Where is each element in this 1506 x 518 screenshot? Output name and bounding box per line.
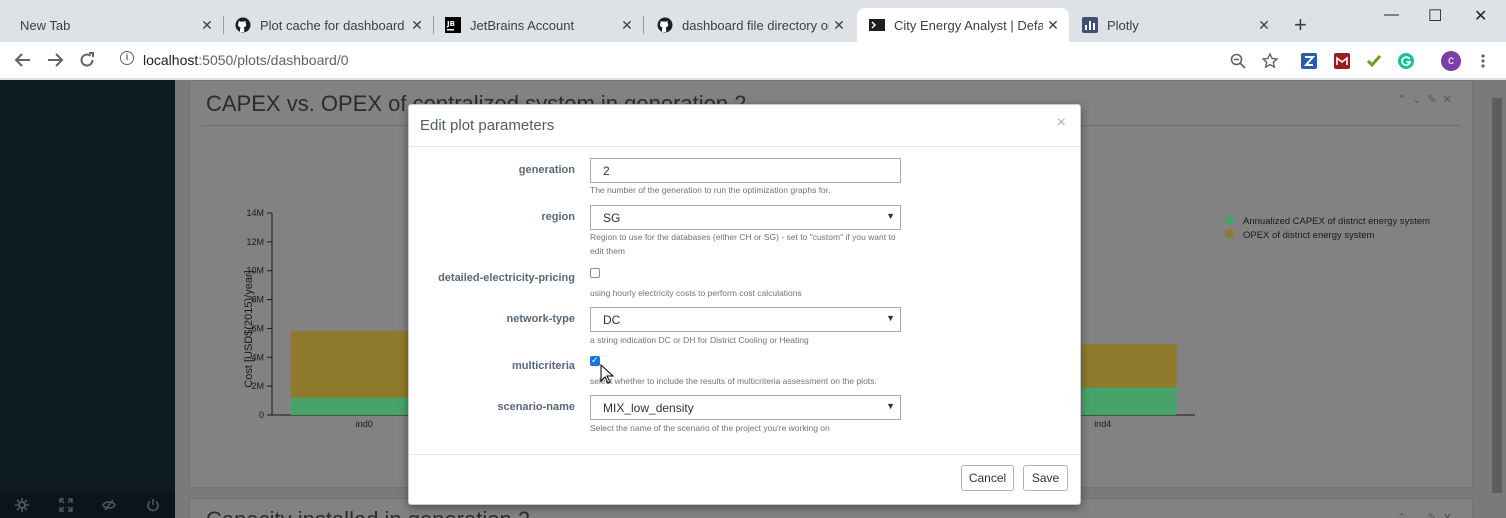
grammarly-icon[interactable] [1398,53,1414,69]
page-scrollbar[interactable] [1488,80,1506,518]
tab-plot-cache[interactable]: Plot cache for dashboard by ✕ [223,8,433,42]
scenario-name-select-value: MIX_low_density [603,401,694,415]
chart-xtick-label: ind4 [1094,419,1111,429]
eye-slash-icon[interactable] [102,498,117,512]
profile-avatar[interactable]: c [1441,51,1461,71]
close-icon[interactable]: ✕ [407,17,427,34]
back-icon[interactable] [14,52,32,68]
chart-ytick-label: 12M [246,237,264,247]
region-select-value: SG [603,211,621,225]
mendeley-extension-icon[interactable] [1334,53,1350,69]
github-icon [657,17,673,33]
generation-help: The number of the generation to run the … [590,185,831,195]
reload-icon[interactable] [79,52,95,68]
fullscreen-icon[interactable] [58,498,73,512]
zoom-out-icon[interactable] [1230,53,1246,69]
close-icon[interactable]: ✕ [197,17,217,34]
scenario-name-select[interactable]: MIX_low_density [590,395,901,420]
zotero-extension-icon[interactable] [1301,53,1317,69]
tab-new-tab[interactable]: New Tab ✕ [8,8,223,42]
detailed-electricity-pricing-label: detailed-electricity-pricing [438,272,575,284]
chart-legend-label: Annualized CAPEX of district energy syst… [1243,216,1430,227]
region-label: region [541,211,575,223]
close-icon[interactable]: ✕ [829,17,849,34]
close-icon[interactable]: ✕ [1043,17,1063,34]
chart-legend-swatch [1225,216,1233,224]
tab-plotly[interactable]: Plotly ✕ [1070,8,1280,42]
generation-input[interactable]: 2 [590,158,901,183]
panel2-title: Capacity installed in generation 2 [206,507,530,518]
detailed-electricity-pricing-help: using hourly electricity costs to perfor… [590,288,802,298]
close-icon[interactable]: ✕ [617,17,637,34]
tab-title: JetBrains Account [470,17,575,33]
address-bar[interactable]: i localhost:5050/plots/dashboard/0 [110,45,1290,75]
url-text[interactable]: localhost:5050/plots/dashboard/0 [143,52,349,68]
network-type-help: a string indication DC or DH for Distric… [590,335,809,345]
chart-legend-swatch [1225,230,1233,238]
network-type-select[interactable]: DC [590,307,901,332]
tab-title: City Energy Analyst | Default [894,17,1043,33]
site-info-icon[interactable]: i [120,51,134,65]
multicriteria-label: multicriteria [512,360,575,372]
power-icon[interactable] [146,498,160,512]
region-select[interactable]: SG [590,205,901,230]
window-close-icon[interactable]: ✕ [1474,6,1487,26]
scenario-name-help: Select the name of the scenario of the p… [590,423,830,433]
save-button[interactable]: Save [1023,465,1068,491]
network-type-label: network-type [506,313,575,325]
chart-ytick-label: 0 [259,410,264,420]
chart-xtick-label: ind0 [356,419,373,429]
modal-title: Edit plot parameters [420,117,555,134]
sidebar [0,80,175,518]
tab-city-energy-analyst[interactable]: City Energy Analyst | Default ✕ [857,8,1069,42]
tab-title: Plot cache for dashboard by [260,17,407,33]
maximize-icon[interactable]: ☐ [1428,6,1442,26]
modal-header: Edit plot parameters × [409,105,1080,147]
new-tab-button[interactable]: + [1294,14,1307,36]
todo-extension-icon[interactable] [1366,53,1382,69]
chart-ylabel: Cost [USD$(2015)/year] [243,270,255,387]
edit-plot-parameters-dialog: Edit plot parameters × generation 2 The … [408,104,1081,505]
mouse-cursor-icon [600,364,614,384]
cancel-button[interactable]: Cancel [961,465,1014,491]
github-icon [235,17,251,33]
minimize-icon[interactable]: — [1384,6,1399,23]
multicriteria-help: select whether to include the results of… [590,376,877,386]
tab-strip: New Tab ✕ Plot cache for dashboard by ✕ … [0,0,1506,42]
tab-jetbrains[interactable]: JB JetBrains Account ✕ [433,8,643,42]
bookmark-star-icon[interactable] [1262,53,1278,69]
network-type-select-value: DC [603,313,621,327]
svg-text:JB: JB [446,20,455,28]
tab-title: dashboard file directory ope [682,17,829,33]
plotly-icon [1082,17,1098,33]
menu-kebab-icon[interactable] [1479,53,1487,69]
scrollbar-thumb[interactable] [1492,98,1502,493]
chart-ytick-label: 14M [246,208,264,218]
detailed-electricity-pricing-checkbox[interactable] [590,268,600,278]
tab-title: Plotly [1107,17,1139,33]
panel2-tools-icons[interactable]: ⌃⌄✎✕ [1397,511,1458,518]
forward-icon[interactable] [46,52,64,68]
scenario-name-label: scenario-name [497,401,575,413]
modal-footer-divider [409,454,1080,455]
gear-icon[interactable] [14,498,29,512]
tab-title: New Tab [20,17,71,33]
chart-legend-label: OPEX of district energy system [1243,230,1375,241]
tab-dashboard-directory[interactable]: dashboard file directory ope ✕ [645,8,855,42]
generation-label: generation [518,164,575,176]
browser-toolbar: i localhost:5050/plots/dashboard/0 c [0,42,1506,79]
multicriteria-checkbox[interactable] [590,355,600,366]
modal-close-button[interactable]: × [1057,114,1066,132]
sidebar-footer [0,492,175,518]
jetbrains-icon: JB [445,17,461,33]
region-help: Region to use for the databases (either … [590,232,896,256]
terminal-icon [869,19,885,31]
close-icon[interactable]: ✕ [1254,17,1274,34]
